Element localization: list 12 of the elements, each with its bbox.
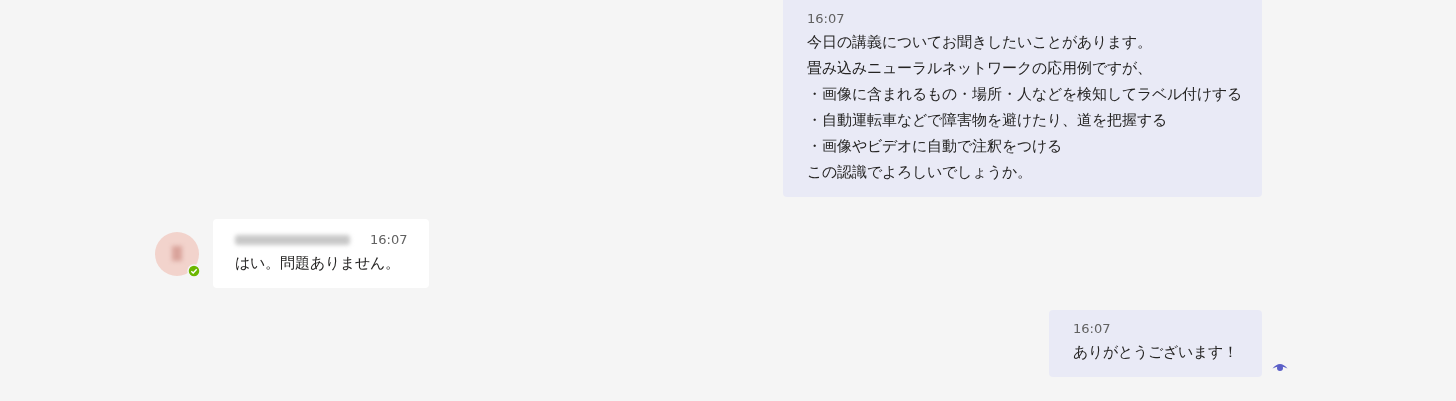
message-text: 今日の講義についてお聞きしたいことがあります。 bbox=[807, 32, 1153, 53]
blurred-initial bbox=[172, 246, 182, 261]
message-text: ・自動運転車などで障害物を避けたり、道を把握する bbox=[807, 110, 1168, 131]
message-time: 16:07 bbox=[807, 10, 846, 28]
message-text: ・画像に含まれるもの・場所・人などを検知してラベル付けする bbox=[807, 84, 1242, 105]
message-text: はい。問題ありません。 bbox=[235, 253, 401, 274]
message-text: この認識でよろしいでしょうか。 bbox=[807, 162, 1033, 183]
message-time: 16:07 bbox=[1073, 320, 1112, 338]
message-text: ありがとうございます！ bbox=[1073, 342, 1238, 363]
message-time: 16:07 bbox=[370, 231, 408, 249]
message-text: ・画像やビデオに自動で注釈をつける bbox=[807, 136, 1063, 157]
message-text: 畳み込みニューラルネットワークの応用例ですが、 bbox=[807, 58, 1153, 79]
